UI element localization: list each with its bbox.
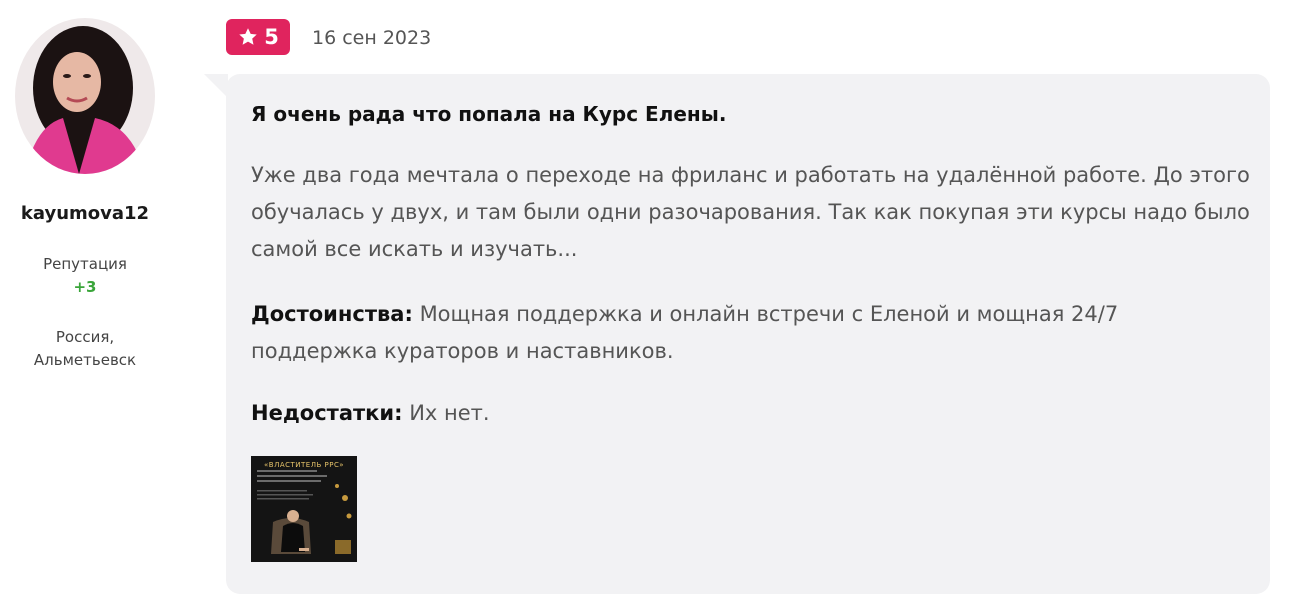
review-body: Уже два года мечтала о переходе на фрила… <box>251 163 1250 261</box>
avatar[interactable] <box>15 18 155 174</box>
cons-text: Их нет. <box>402 401 490 425</box>
star-icon <box>239 28 257 45</box>
review-date: 16 сен 2023 <box>312 27 432 49</box>
review-cons: Недостатки: Их нет. <box>251 395 1251 432</box>
review-pros: Достоинства: Мощная поддержка и онлайн в… <box>251 296 1251 370</box>
bubble-tail <box>204 74 228 98</box>
rating-value: 5 <box>264 25 279 49</box>
username[interactable]: kayumova12 <box>0 203 170 224</box>
location-city: Альметьевск <box>33 351 137 369</box>
pros-label: Достоинства: <box>251 302 413 326</box>
attachment-thumbnail[interactable]: «ВЛАСТИТЕЛЬ PPC» <box>251 456 357 562</box>
cons-label: Недостатки: <box>251 401 403 425</box>
reputation-label: Репутация <box>43 255 127 273</box>
review-title: Я очень рада что попала на Курс Елены. <box>251 102 727 126</box>
location-country: Россия, <box>55 328 115 346</box>
rating-badge: 5 <box>226 19 290 55</box>
location: Россия, Альметьевск <box>0 326 170 372</box>
reputation-value: +3 <box>73 278 97 296</box>
attachment-title: «ВЛАСТИТЕЛЬ PPC» <box>263 461 345 469</box>
